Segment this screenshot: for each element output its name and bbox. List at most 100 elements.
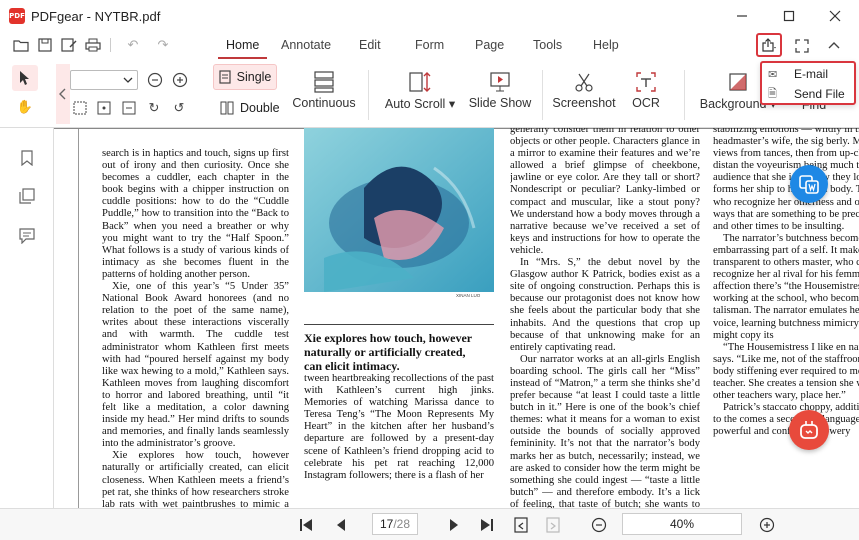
window-title: PDFgear - NYTBR.pdf <box>31 8 161 24</box>
tab-annotate[interactable]: Annotate <box>281 38 331 52</box>
paragraph: Patrick’s staccato choppy, additional id… <box>713 402 859 438</box>
rotate-counterclockwise-icon[interactable]: ↺ <box>169 98 189 118</box>
comments-icon[interactable] <box>17 226 37 246</box>
auto-scroll-button[interactable]: Auto Scroll ▾ <box>384 68 456 111</box>
ai-assistant-button[interactable] <box>789 410 829 450</box>
slide-show-icon <box>490 72 510 92</box>
tab-help[interactable]: Help <box>593 38 619 52</box>
translate-icon <box>799 175 819 194</box>
zoom-level: 40% <box>669 517 695 531</box>
zoom-out-icon[interactable] <box>145 70 165 90</box>
title-bar: PDF PDFgear - NYTBR.pdf <box>0 0 859 32</box>
tab-form[interactable]: Form <box>415 38 444 52</box>
double-page-button[interactable]: Double <box>220 98 280 118</box>
print-icon[interactable] <box>84 36 102 54</box>
paragraph: Our narrator works at an all-girls Engli… <box>510 353 700 508</box>
fit-width-icon[interactable] <box>94 98 114 118</box>
tab-tools[interactable]: Tools <box>533 38 562 52</box>
text-column-4: stabilizing emotions — wildly in the hea… <box>713 128 859 508</box>
zoom-in-icon[interactable] <box>170 70 190 90</box>
cursor-icon <box>20 71 29 85</box>
last-page-icon <box>481 519 493 531</box>
minimize-button[interactable] <box>727 4 757 28</box>
ocr-button[interactable]: OCR <box>624 68 668 110</box>
zoom-out-button[interactable] <box>589 515 609 535</box>
ribbon-toolbar: ✋ ↻ ↺ Single Double Continuous Auto Scro… <box>0 60 859 128</box>
page-left-edge <box>78 128 79 508</box>
save-icon[interactable] <box>36 36 54 54</box>
share-button[interactable] <box>756 33 782 57</box>
next-page-button[interactable] <box>444 515 464 535</box>
previous-page-button[interactable] <box>331 515 351 535</box>
previous-view-button[interactable] <box>511 515 531 535</box>
paragraph: In “Mrs. S,” the debut novel by the Glas… <box>510 257 700 353</box>
screenshot-label: Screenshot <box>552 96 616 110</box>
file-icon: 🗎 <box>768 87 777 100</box>
next-view-button[interactable] <box>543 515 563 535</box>
zoom-select[interactable] <box>70 70 138 90</box>
paragraph: search is in haptics and touch, signs up… <box>102 148 289 280</box>
robot-icon <box>800 421 818 439</box>
double-page-label: Double <box>240 101 280 115</box>
ribbon-scroll-left[interactable] <box>56 64 70 124</box>
zoom-level-box[interactable]: 40% <box>622 513 742 535</box>
close-button[interactable] <box>820 4 850 28</box>
first-page-icon <box>300 519 312 531</box>
open-folder-icon[interactable] <box>12 36 30 54</box>
single-page-label: Single <box>236 70 272 84</box>
redo-icon[interactable]: ↷ <box>154 36 172 54</box>
ocr-icon <box>636 72 656 92</box>
page-number-box[interactable]: 17/28 <box>372 513 418 535</box>
last-page-button[interactable] <box>477 515 497 535</box>
save-as-icon[interactable] <box>60 36 78 54</box>
fullscreen-icon[interactable] <box>793 37 811 55</box>
continuous-button[interactable]: Continuous <box>292 68 356 110</box>
tab-page[interactable]: Page <box>475 38 504 52</box>
auto-scroll-icon <box>409 72 431 92</box>
bookmark-icon[interactable] <box>17 148 37 168</box>
paragraph: stabilizing emotions — wildly in the hea… <box>713 128 859 232</box>
translate-floating-button[interactable] <box>790 165 828 203</box>
total-pages: /28 <box>393 517 411 531</box>
maximize-button[interactable] <box>774 4 804 28</box>
tab-edit[interactable]: Edit <box>359 38 381 52</box>
collapse-ribbon-icon[interactable] <box>825 36 843 54</box>
single-page-button[interactable]: Single <box>213 64 277 90</box>
share-menu: ✉ E-mail 🗎 Send File <box>760 61 856 105</box>
share-send-file-label: Send File <box>794 87 845 101</box>
select-tool-button[interactable] <box>12 65 38 91</box>
share-email-item[interactable]: ✉ E-mail <box>768 65 828 83</box>
zoom-in-icon <box>759 517 775 533</box>
image-credit: XINAN LUO <box>456 293 481 298</box>
mail-icon: ✉ <box>768 68 778 81</box>
paragraph: Xie, one of this year’s “5 Under 35” Nat… <box>102 281 289 450</box>
illustration-image <box>304 128 494 292</box>
paragraph: The narrator’s butchness becomes bling, … <box>713 232 859 341</box>
next-page-icon <box>450 519 458 531</box>
text-column-3: generally consider them in relation to o… <box>510 128 700 508</box>
ocr-label: OCR <box>632 96 660 110</box>
undo-icon[interactable]: ↶ <box>124 36 142 54</box>
ribbon-divider <box>368 70 369 120</box>
left-sidebar <box>0 128 54 521</box>
tab-home[interactable]: Home <box>217 38 268 59</box>
thumbnails-icon[interactable] <box>17 186 37 206</box>
paragraph: generally consider them in relation to o… <box>510 128 700 256</box>
share-send-file-item[interactable]: 🗎 Send File <box>768 85 845 103</box>
first-page-button[interactable] <box>296 515 316 535</box>
zoom-in-button[interactable] <box>757 515 777 535</box>
screenshot-button[interactable]: Screenshot <box>552 68 616 110</box>
minimize-icon <box>737 15 747 17</box>
chevron-left-icon <box>59 88 66 100</box>
next-view-icon <box>546 517 560 533</box>
maximize-icon <box>783 10 795 22</box>
continuous-icon <box>314 71 334 93</box>
hand-tool-icon[interactable]: ✋ <box>15 97 35 117</box>
slide-show-button[interactable]: Slide Show <box>468 68 532 110</box>
slide-show-label: Slide Show <box>468 96 532 110</box>
paragraph: Xie explores how touch, however naturall… <box>102 450 289 508</box>
share-email-label: E-mail <box>794 67 829 81</box>
actual-size-icon[interactable] <box>119 98 139 118</box>
rotate-clockwise-icon[interactable]: ↻ <box>144 98 164 118</box>
fit-page-icon[interactable] <box>70 98 90 118</box>
